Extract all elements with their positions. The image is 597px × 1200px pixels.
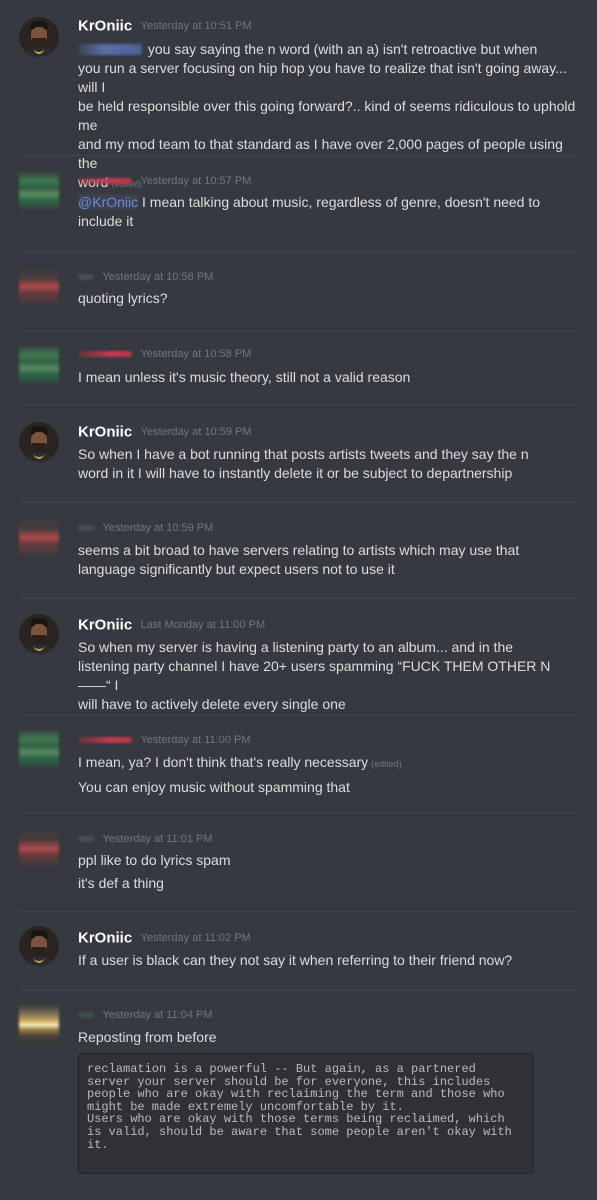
message-header: Yesterday at 11:00 PM [78,731,251,751]
user-avatar[interactable] [19,422,59,462]
user-avatar[interactable] [19,614,59,654]
redacted-username [78,736,132,743]
message-divider [18,911,579,912]
message-content: @KrOniic I mean talking about music, reg… [78,193,578,231]
message-line: listening party channel I have 20+ users… [78,658,551,693]
redacted-username [78,524,94,531]
timestamp[interactable]: Yesterday at 11:02 PM [141,932,251,944]
message-divider [18,155,579,156]
message-divider [18,405,579,406]
user-avatar[interactable] [19,345,59,385]
timestamp[interactable]: Yesterday at 10:59 PM [141,426,252,438]
message-content: So when I have a bot running that posts … [78,445,578,483]
message-header: KrOniic Yesterday at 10:59 PM [78,423,252,443]
username[interactable]: KrOniic [78,17,132,34]
user-avatar[interactable] [19,828,59,868]
user-avatar[interactable] [19,926,59,966]
message-header: KrOniic Yesterday at 11:02 PM [78,929,251,949]
redacted-username [78,177,132,184]
user-avatar[interactable] [19,171,59,211]
message-line: You can enjoy music without spamming tha… [78,779,350,795]
user-mention[interactable]: @KrOniic [78,194,139,210]
message-content: you say saying the n word (with an a) is… [78,40,578,194]
message-divider [18,502,579,503]
message-line: Reposting from before [78,1029,217,1045]
message-line: ppl like to do lyrics spam [78,852,231,868]
message-content: Reposting from before [78,1028,578,1047]
redacted-username [78,835,94,842]
timestamp[interactable]: Yesterday at 10:57 PM [140,175,251,187]
message-line: it's def a thing [78,875,164,891]
message-line: and my mod team to that standard as I ha… [78,136,563,171]
message-header: Yesterday at 10:58 PM [78,268,213,288]
user-avatar[interactable] [19,517,59,557]
message-line: So when I have a bot running that posts … [78,446,529,462]
timestamp[interactable]: Yesterday at 10:51 PM [141,20,252,32]
message-line: seems a bit broad to have servers relati… [78,542,520,558]
message-divider [18,714,579,715]
redacted-mention [78,44,142,55]
username[interactable]: KrOniic [78,423,132,440]
message-content: ppl like to do lyrics spam it's def a th… [78,851,578,893]
message-content: seems a bit broad to have servers relati… [78,541,578,579]
message-content: So when my server is having a listening … [78,638,578,714]
message-header: Yesterday at 10:58 PM [78,345,251,365]
message-line: you say saying the n word (with an a) is… [147,41,538,57]
user-avatar[interactable] [19,729,59,769]
redacted-username [78,1011,94,1018]
message-line: I mean talking about music, regardless o… [142,194,541,210]
message-line: word in it I will have to instantly dele… [78,465,513,481]
message-line: will have to actively delete every singl… [78,696,346,712]
message-line: I mean, ya? I don't think that's really … [78,754,369,770]
message-divider [18,598,579,599]
message-line: I mean unless it's music theory, still n… [78,369,411,385]
timestamp[interactable]: Yesterday at 11:04 PM [102,1009,212,1021]
redacted-username [78,350,132,357]
message-content: I mean, ya? I don't think that's really … [78,753,578,797]
redacted-username [78,273,94,280]
message-line: you run a server focusing on hip hop you… [78,60,567,95]
username[interactable]: KrOniic [78,616,132,633]
timestamp[interactable]: Yesterday at 10:59 PM [102,522,213,534]
edited-tag: (edited) [371,759,402,769]
message-divider [18,330,579,331]
timestamp[interactable]: Last Monday at 11:00 PM [141,619,266,631]
user-avatar[interactable] [19,17,59,57]
username[interactable]: KrOniic [78,929,132,946]
message-line: quoting lyrics? [78,290,168,306]
message-line: include it [78,213,134,229]
message-content: If a user is black can they not say it w… [78,951,578,970]
timestamp[interactable]: Yesterday at 10:58 PM [102,271,213,283]
message-line: be held responsible over this going forw… [78,98,576,133]
timestamp[interactable]: Yesterday at 11:01 PM [102,833,212,845]
message-line: If a user is black can they not say it w… [78,952,513,968]
message-content: quoting lyrics? [78,289,578,308]
message-header: Yesterday at 11:01 PM [78,830,213,850]
message-divider [18,990,579,991]
message-line: language significantly but expect users … [78,561,395,577]
message-header: Yesterday at 11:04 PM [78,1006,213,1026]
code-block: reclamation is a powerful -- But again, … [78,1053,534,1174]
message-header: KrOniic Yesterday at 10:51 PM [78,17,252,37]
user-avatar[interactable] [19,266,59,306]
message-divider [18,813,579,814]
timestamp[interactable]: Yesterday at 11:00 PM [140,734,250,746]
message-header: Yesterday at 10:57 PM [78,172,251,192]
message-divider [18,252,579,253]
timestamp[interactable]: Yesterday at 10:58 PM [140,348,251,360]
message-line: So when my server is having a listening … [78,639,514,655]
message-header: Yesterday at 10:59 PM [78,519,213,539]
message-header: KrOniic Last Monday at 11:00 PM [78,616,265,636]
message-content: I mean unless it's music theory, still n… [78,368,578,387]
user-avatar[interactable] [19,1004,59,1044]
